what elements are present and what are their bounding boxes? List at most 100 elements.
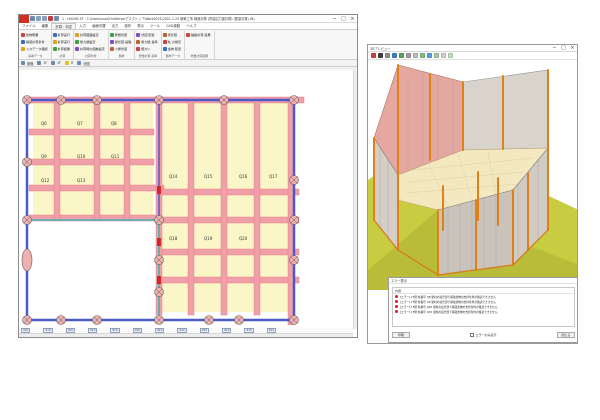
vertical-scrollbar[interactable] (353, 70, 357, 329)
floor-select-label[interactable]: 基礎 (27, 61, 33, 66)
menu-tab[interactable]: 編集 (39, 23, 52, 29)
floor-plan-drawing[interactable]: Q6 Q7 Q8 Q9 Q10 Q11 Q12 Q13 Q14 Q15 Q16 Q17 Q18 Q19 Q2… (19, 70, 353, 325)
menu-tab[interactable]: 画面切替 (89, 23, 109, 29)
menu-tab[interactable]: ヘルプ (183, 23, 199, 29)
floor-select-label[interactable]: 2F (57, 61, 61, 65)
errors-only-checkbox[interactable]: エラーのみ表示 (470, 333, 497, 337)
floor-select-icon[interactable] (77, 61, 82, 65)
print-icon[interactable] (48, 16, 53, 21)
3d-close-button[interactable]: × (568, 45, 577, 52)
3d-minimize-button[interactable]: ─ (550, 45, 559, 52)
view-tool-icon[interactable] (427, 53, 432, 58)
ribbon-group: 伏図 配置 耐力壁 基準 筋かい 壁量計算 基準 (135, 31, 162, 59)
3d-preview-window: 3Dプレビュー ─ □ × エラー表示 内容 [エラー] 1F階 柱番号 Q8 … (367, 44, 578, 344)
close-button[interactable]: × (348, 15, 357, 23)
floor-select-label[interactable]: 1F (43, 61, 47, 65)
beam-vertical (123, 99, 131, 221)
ribbon-button-icon (162, 46, 167, 51)
ribbon-button-label: 耐力壁 基準 (141, 40, 158, 44)
3d-model-view[interactable] (368, 60, 578, 290)
ribbon-button[interactable]: 入力データ確認 (21, 45, 48, 52)
ribbon-button-label: 軸組計算 結果 (191, 33, 211, 37)
horizontal-scrollbar[interactable] (19, 333, 353, 337)
menu-tab[interactable]: 計算・判定 (51, 23, 77, 29)
error-icon (395, 305, 398, 308)
view-tool-icon[interactable] (392, 53, 397, 58)
ribbon-button-label: 伏図 配置 (141, 33, 155, 37)
zoom-icon[interactable] (54, 16, 59, 21)
app-logo-icon[interactable] (19, 15, 29, 23)
beam-label: Q14 (169, 174, 178, 179)
message-row[interactable]: [エラー] 1F階 柱番号 Q15 梁材の接合部で補強金物の支持条件が確認できま… (393, 309, 574, 314)
ribbon-button[interactable]: 柱 の検定 (162, 38, 181, 45)
beam-label: Q20 (239, 236, 248, 241)
view-tool-icon[interactable] (434, 53, 439, 58)
floor-select-icon[interactable] (21, 61, 25, 65)
save-icon[interactable] (30, 16, 35, 21)
menu-tab[interactable]: 入力 (76, 23, 89, 29)
ribbon-button-label: 梁伏図 基礎 (114, 40, 132, 44)
ribbon-button[interactable]: 金物 配置 (162, 45, 181, 52)
floor-select-icon[interactable] (65, 61, 70, 65)
3d-toolbar (368, 52, 577, 60)
plan-canvas[interactable]: Q6 Q7 Q8 Q9 Q10 Q11 Q12 Q13 Q14 Q15 Q16 Q17 Q18 Q19 Q2… (19, 70, 357, 337)
view-tool-icon[interactable] (413, 53, 418, 58)
view-tool-icon[interactable] (441, 53, 446, 58)
close-dialog-button[interactable]: 閉じる (556, 332, 575, 338)
ribbon-button[interactable]: 梁伏図 基礎 (109, 38, 132, 45)
3d-window-title: 3Dプレビュー (370, 46, 391, 51)
ribbon-button[interactable]: 筋かい (136, 45, 157, 52)
redo-icon[interactable] (42, 16, 47, 21)
floor-select-label[interactable]: R (71, 61, 73, 65)
view-tool-icon[interactable] (378, 53, 383, 58)
view-tool-icon[interactable] (406, 53, 411, 58)
column-oval (21, 248, 33, 272)
maximize-button[interactable]: □ (339, 15, 348, 23)
view-tool-icon[interactable] (371, 53, 376, 58)
ribbon-button[interactable]: 床伏図 (162, 31, 181, 38)
message-list[interactable]: 内容 [エラー] 1F階 柱番号 Q8 梁材の接合部で補強金物の支持条件が確認で… (392, 287, 575, 327)
checkbox-box[interactable] (470, 333, 475, 337)
view-tool-icon[interactable] (448, 53, 453, 58)
ribbon-group-label: 計算 (59, 54, 66, 58)
ribbon-button[interactable]: 建物概要 (21, 31, 48, 38)
menu-tab[interactable]: CAD連動 (163, 23, 183, 29)
floor-select-icon[interactable] (51, 61, 56, 65)
ribbon-button-icon (109, 46, 114, 51)
view-tool-icon[interactable] (420, 53, 425, 58)
beam-horizontal (28, 158, 155, 166)
ribbon-button[interactable]: 軸組計算 結果 (186, 31, 211, 38)
menu-tab[interactable]: ファイル (19, 23, 39, 29)
ribbon-button[interactable]: 計算実行 (52, 31, 70, 38)
ribbon-button[interactable]: 小屋伏図 (109, 45, 131, 52)
error-marker (157, 238, 161, 246)
menu-tab[interactable]: 表示 (134, 23, 147, 29)
ribbon-button-label: 屋根伏図 (114, 33, 128, 37)
message-title-bar: エラー表示 (389, 278, 577, 284)
ribbon-button[interactable]: 構造計算条件 (21, 38, 48, 45)
ribbon-button-icon (52, 39, 57, 44)
ribbon-button[interactable]: 屋根伏図 (109, 31, 131, 38)
ribbon-button[interactable]: 計算結果 (52, 45, 70, 52)
ribbon-button[interactable]: 伏図 配置 (136, 31, 157, 38)
ribbon-button[interactable]: 計算実行 (52, 38, 70, 45)
beam-horizontal (158, 276, 300, 284)
3d-maximize-button[interactable]: □ (559, 45, 568, 52)
view-tool-icon[interactable] (399, 53, 404, 58)
ribbon-button[interactable]: 計算範囲設定 (75, 31, 105, 38)
print-button[interactable]: 印刷 (392, 332, 410, 338)
ribbon-button[interactable]: 耐力壁 基準 (136, 38, 158, 45)
menu-tab[interactable]: ツール (147, 23, 163, 29)
undo-icon[interactable] (36, 16, 41, 21)
floor-select-icon[interactable] (37, 61, 42, 65)
ribbon-button[interactable]: 計算時の個数設定 (75, 45, 105, 52)
view-tool-icon[interactable] (385, 53, 390, 58)
minimize-button[interactable]: ─ (330, 15, 339, 23)
menu-tab[interactable]: 出力 (109, 23, 122, 29)
ribbon-button-icon (75, 32, 80, 37)
ribbon-button-label: 筋かい (141, 47, 151, 51)
ribbon-button[interactable]: 耐力壁設定 (75, 38, 105, 45)
floor-select-label[interactable]: 伏図 (83, 61, 89, 66)
menu-tab[interactable]: 操作 (121, 23, 134, 29)
ribbon-group: 軸組計算 結果 壁量計算結果 (185, 31, 215, 59)
